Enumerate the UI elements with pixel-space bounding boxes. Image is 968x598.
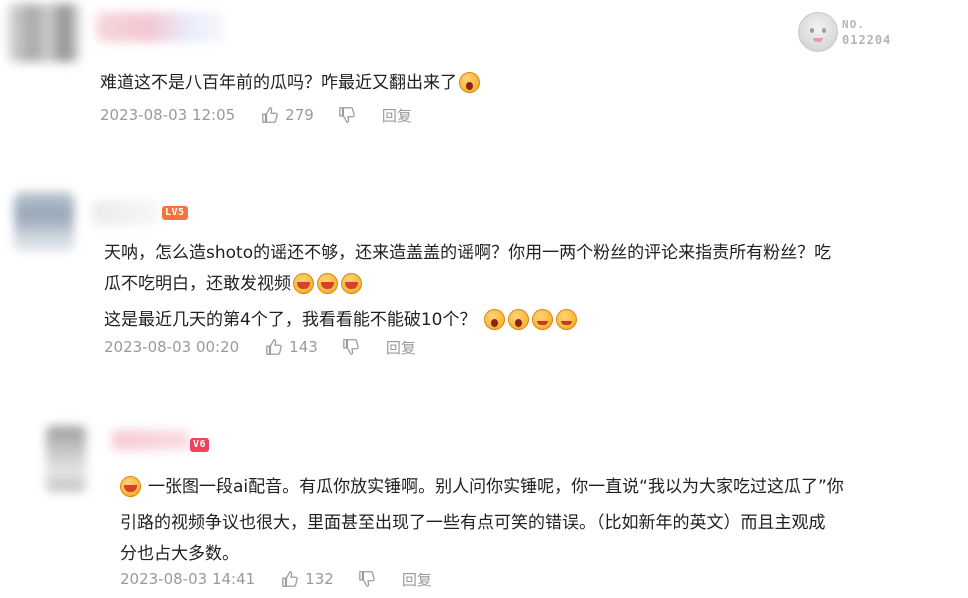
username[interactable] — [92, 200, 158, 226]
sneer-face-icon — [120, 476, 141, 497]
like-count: 143 — [289, 338, 318, 356]
comment-timestamp: 2023-08-03 14:41 — [120, 570, 256, 588]
comment-text-line: 分也占大多数。 — [120, 544, 239, 564]
laugh-cry-face-icon — [293, 273, 314, 294]
comment-text-line: 一张图一段ai配音。有瓜你放实锤啊。别人问你实锤呢，你一直说“我以为大家吃过这瓜… — [148, 477, 844, 497]
comment-timestamp: 2023-08-03 00:20 — [104, 338, 240, 356]
comment-actions: 2023-08-03 12:05 279 回复 — [100, 104, 412, 126]
comment-text-line: 天呐，怎么造shoto的谣还不够，还来造盖盖的谣啊？你用一两个粉丝的评论来指责所… — [104, 243, 832, 263]
laugh-cry-face-icon — [317, 273, 338, 294]
comment-text-line: 瓜不吃明白，还敢发视频 — [104, 274, 291, 294]
reply-button[interactable]: 回复 — [386, 337, 416, 358]
level-badge: LV5 — [162, 206, 188, 220]
thumbs-up-icon[interactable] — [281, 570, 299, 588]
laugh-cry-face-icon — [341, 273, 362, 294]
thumbs-down-icon[interactable] — [358, 570, 376, 588]
username[interactable] — [96, 12, 224, 42]
comment-actions: 2023-08-03 00:20 143 回复 — [104, 336, 416, 358]
comment-text: 天呐，怎么造shoto的谣还不够，还来造盖盖的谣啊？你用一两个粉丝的评论来指责所… — [104, 238, 831, 341]
comment-text-line: 这是最近几天的第4个了，我看看能不能破10个？ — [104, 310, 477, 330]
yum-face-icon — [556, 309, 578, 330]
comment-text-line: 难道这不是八百年前的瓜吗？咋最近又翻出来了 — [100, 73, 457, 93]
thumbs-up-icon[interactable] — [265, 338, 283, 356]
thumbs-down-icon[interactable] — [338, 106, 356, 124]
level-badge: V6 — [190, 438, 210, 452]
avatar[interactable] — [8, 4, 80, 62]
avatar[interactable] — [46, 426, 86, 492]
like-count: 132 — [305, 570, 334, 588]
comment-timestamp: 2023-08-03 12:05 — [100, 106, 236, 124]
scream-face-icon — [459, 72, 480, 93]
comment-text: 一张图一段ai配音。有瓜你放实锤啊。别人问你实锤呢，你一直说“我以为大家吃过这瓜… — [120, 472, 844, 570]
thumbs-down-icon[interactable] — [342, 338, 360, 356]
mascot-avatar-icon — [798, 12, 838, 52]
thumbs-up-icon[interactable] — [261, 106, 279, 124]
like-count: 279 — [285, 106, 314, 124]
scream-laugh-face-icon — [484, 309, 506, 330]
avatar[interactable] — [14, 192, 74, 252]
reply-button[interactable]: 回复 — [382, 105, 412, 126]
comment-text: 难道这不是八百年前的瓜吗？咋最近又翻出来了 — [100, 68, 483, 104]
comment-text-line: 引路的视频争议也很大，里面甚至出现了一些有点可笑的错误。（比如新年的英文）而且主… — [120, 513, 826, 533]
comment-actions: 2023-08-03 14:41 132 回复 — [120, 568, 432, 590]
reply-button[interactable]: 回复 — [402, 569, 432, 590]
number-stamp: NO. 012204 — [798, 12, 898, 52]
stamp-label: NO. — [842, 18, 865, 31]
yum-face-icon — [532, 309, 554, 330]
username[interactable] — [112, 430, 190, 450]
stamp-number: 012204 — [842, 33, 892, 47]
scream-laugh-face-icon — [508, 309, 530, 330]
